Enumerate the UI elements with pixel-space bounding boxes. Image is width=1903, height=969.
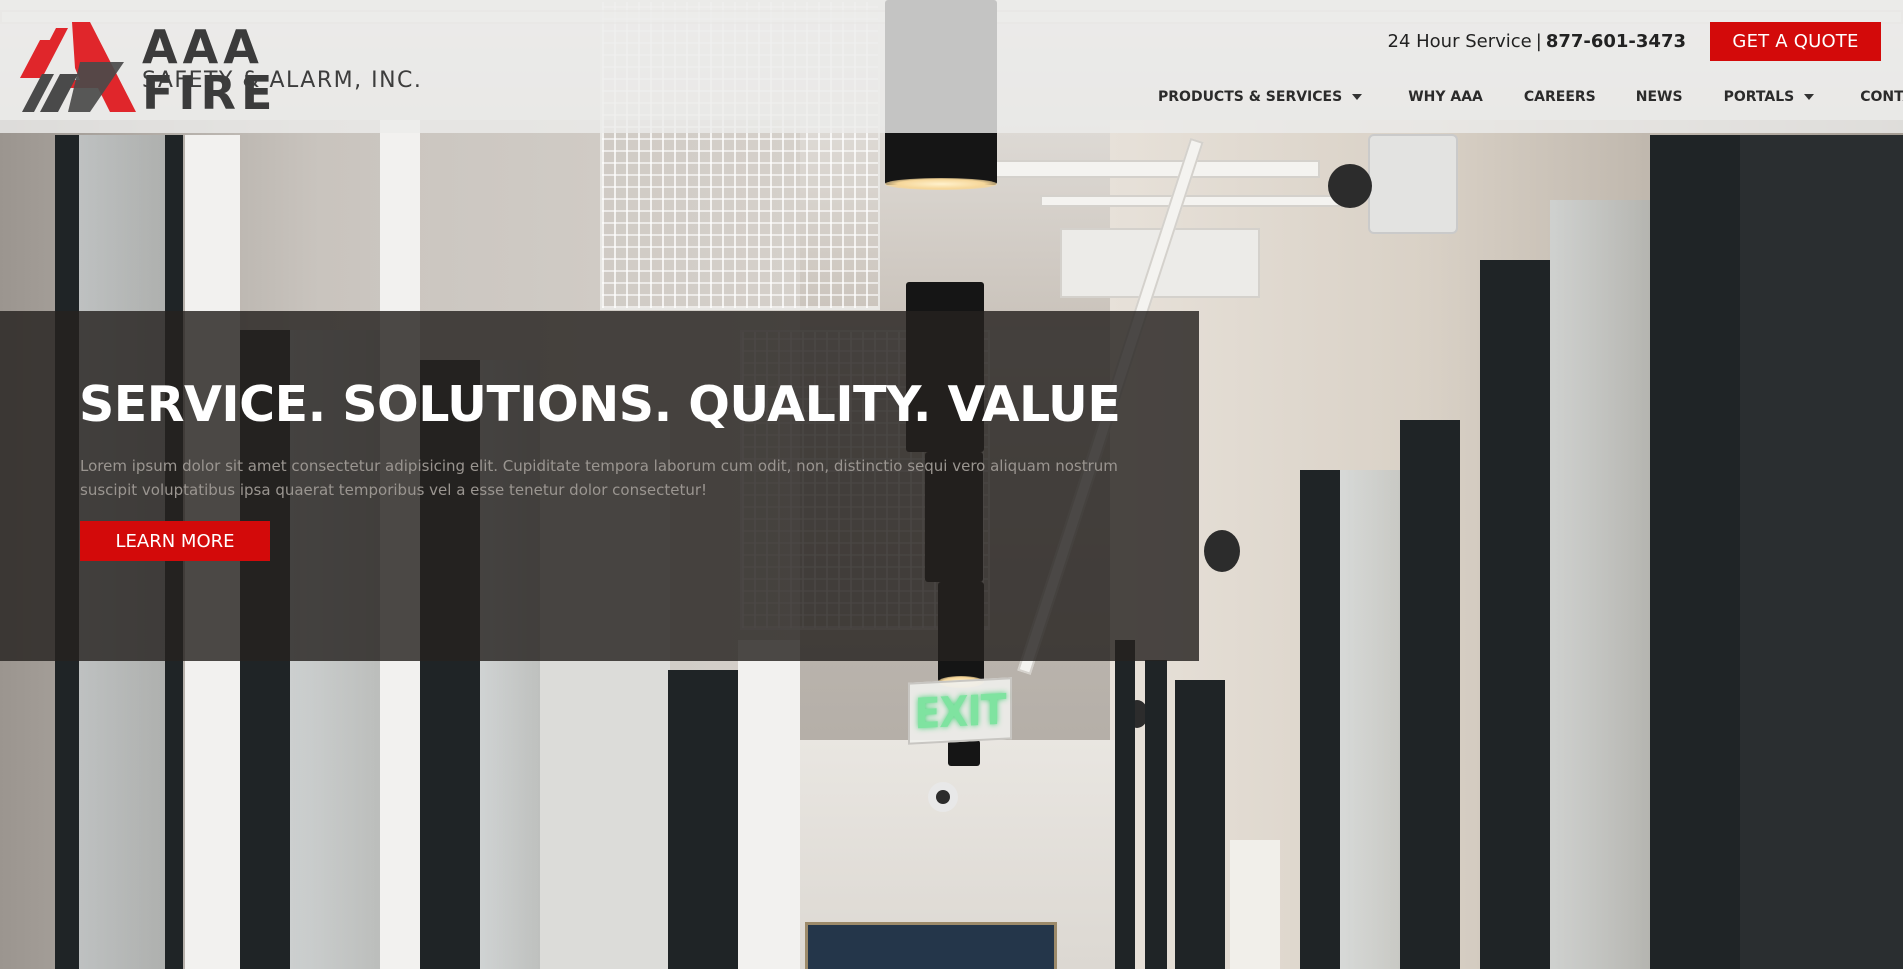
ceiling-pipe <box>960 160 1320 178</box>
nav-item-why-aaa[interactable]: WHY AAA <box>1408 89 1483 105</box>
hero-panel: SERVICE. SOLUTIONS. QUALITY. VALUE Lorem… <box>0 311 1199 661</box>
brand-tagline: SAFETY & ALARM, INC. <box>142 68 423 93</box>
get-a-quote-button[interactable]: GET A QUOTE <box>1710 22 1881 61</box>
brand-logo[interactable]: AAA FIRE SAFETY & ALARM, INC. <box>20 22 421 117</box>
caret-down-icon <box>1352 94 1363 100</box>
door-frame <box>1650 135 1740 969</box>
triangle-stripes-logo-icon <box>20 22 136 112</box>
door-frame <box>1400 420 1460 969</box>
nav-item-label: CAREERS <box>1523 89 1596 105</box>
phone-number-link[interactable]: 877-601-3473 <box>1546 31 1686 52</box>
site-header: AAA FIRE SAFETY & ALARM, INC. 24 Hour Se… <box>0 0 1903 133</box>
nav-item-news[interactable]: NEWS <box>1636 89 1683 105</box>
nav-item-label: PRODUCTS & SERVICES <box>1158 89 1343 105</box>
nav-item-portals[interactable]: PORTALS <box>1724 89 1815 105</box>
nav-item-label: WHY AAA <box>1408 89 1483 105</box>
wall-frame <box>1230 840 1280 969</box>
nav-item-contact-us[interactable]: CONTACT US <box>1860 89 1903 105</box>
door-frame <box>1145 660 1167 969</box>
hero-description: Lorem ipsum dolor sit amet consectetur a… <box>80 457 1118 499</box>
wall-artwork <box>805 922 1057 969</box>
door-frame <box>1480 260 1550 969</box>
hero-title: SERVICE. SOLUTIONS. QUALITY. VALUE <box>79 376 1121 433</box>
door-frame <box>1300 470 1340 969</box>
security-camera-icon <box>1328 164 1372 208</box>
door-frame <box>1740 135 1903 969</box>
header-topbar: 24 Hour Service | 877-601-3473 GET A QUOTE <box>1388 22 1881 61</box>
nav-item-label: PORTALS <box>1723 89 1795 105</box>
ceiling-pipe <box>1040 195 1340 207</box>
pendant-light <box>948 740 980 766</box>
nav-item-label: NEWS <box>1635 89 1683 105</box>
camera-lens-icon <box>936 790 950 804</box>
door-frame <box>668 670 738 969</box>
door-frame <box>1175 680 1225 969</box>
wall-light-icon <box>1204 530 1240 572</box>
exit-sign-text: EXIT <box>914 684 1006 738</box>
nav-item-label: CONTACT US <box>1860 89 1903 105</box>
main-navigation: PRODUCTS & SERVICES WHY AAA CAREERS NEWS… <box>1158 86 1903 108</box>
ceiling-junction-box <box>1368 134 1458 234</box>
learn-more-button[interactable]: LEARN MORE <box>80 521 270 561</box>
exit-sign: EXIT <box>908 677 1012 745</box>
service-separator: | <box>1535 31 1542 52</box>
pendant-light-glow <box>885 178 997 190</box>
caret-down-icon <box>1804 94 1815 100</box>
glass-panel <box>1550 200 1650 969</box>
nav-item-careers[interactable]: CAREERS <box>1524 89 1596 105</box>
service-hours: 24 Hour Service | 877-601-3473 <box>1388 31 1687 52</box>
door-frame <box>1115 640 1135 969</box>
white-pillar <box>738 640 800 969</box>
nav-item-products-services[interactable]: PRODUCTS & SERVICES <box>1158 89 1363 105</box>
service-label: 24 Hour Service <box>1387 31 1532 52</box>
